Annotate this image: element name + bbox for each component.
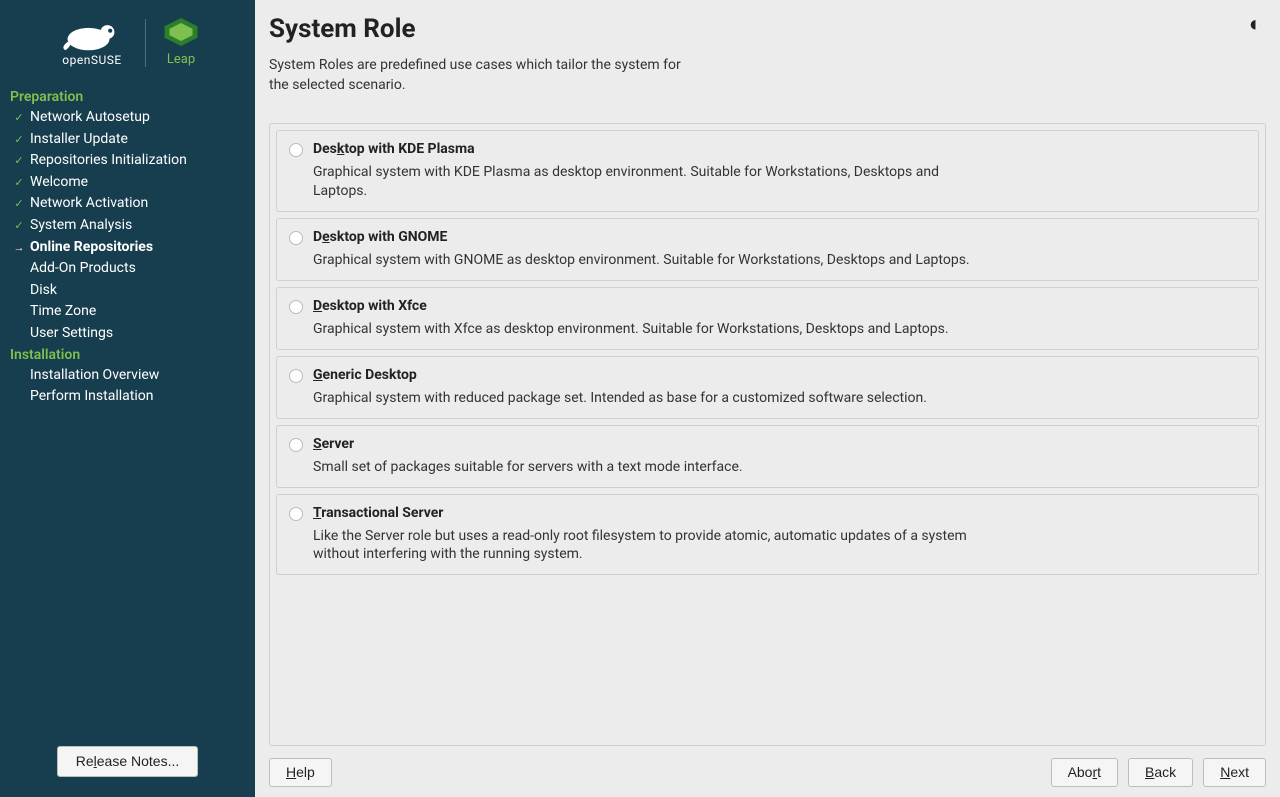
nav-step: ✓ Installer Update: [8, 129, 247, 151]
role-title: Desktop with KDE Plasma: [313, 141, 1246, 157]
role-option[interactable]: Server Small set of packages suitable for…: [276, 425, 1259, 488]
theme-toggle-icon[interactable]: ◐: [1245, 14, 1266, 36]
check-icon: ✓: [12, 219, 26, 233]
role-description: Like the Server role but uses a read-onl…: [313, 527, 973, 565]
role-description: Graphical system with reduced package se…: [313, 389, 973, 408]
role-title: Server: [313, 436, 1246, 452]
nav-step-label: Installation Overview: [30, 366, 159, 386]
nav-step-label: User Settings: [30, 324, 113, 344]
nav-step-label: Add-On Products: [30, 259, 136, 279]
sidebar: openSUSE Leap Preparation ✓ Network Autose…: [0, 0, 255, 797]
next-button[interactable]: Next: [1203, 758, 1266, 787]
nav-step: Time Zone: [8, 301, 247, 323]
nav-step: ✓ System Analysis: [8, 215, 247, 237]
nav-step: Disk: [8, 280, 247, 302]
page-subtitle: System Roles are predefined use cases wh…: [269, 56, 689, 95]
role-description: Graphical system with GNOME as desktop e…: [313, 251, 973, 270]
role-title: Generic Desktop: [313, 367, 1246, 383]
nav-step-label: System Analysis: [30, 216, 132, 236]
nav-step: Installation Overview: [8, 365, 247, 387]
nav-step-label: Welcome: [30, 173, 88, 193]
role-title: Transactional Server: [313, 505, 1246, 521]
leap-logo: Leap: [164, 18, 198, 67]
nav-step-label: Repositories Initialization: [30, 151, 187, 171]
installer-steps: Preparation ✓ Network Autosetup ✓ Installer …: [0, 87, 255, 408]
nav-step: ✓ Repositories Initialization: [8, 150, 247, 172]
nav-step-label: Network Autosetup: [30, 108, 150, 128]
check-icon: ✓: [12, 111, 26, 125]
arrow-right-icon: →: [12, 240, 26, 254]
role-title: Desktop with Xfce: [313, 298, 1246, 314]
role-option[interactable]: Transactional Server Like the Server role…: [276, 494, 1259, 576]
check-icon: ✓: [12, 132, 26, 146]
role-radio[interactable]: [289, 438, 303, 452]
role-title: Desktop with GNOME: [313, 229, 1246, 245]
help-button[interactable]: Help: [269, 758, 332, 787]
role-option[interactable]: Desktop with Xfce Graphical system with X…: [276, 287, 1259, 350]
nav-step: ✓ Welcome: [8, 172, 247, 194]
nav-section-heading: Preparation: [8, 87, 247, 107]
role-radio[interactable]: [289, 300, 303, 314]
nav-step-label: Time Zone: [30, 302, 96, 322]
role-description: Graphical system with KDE Plasma as desk…: [313, 163, 973, 201]
role-radio[interactable]: [289, 507, 303, 521]
release-notes-button[interactable]: Release Notes...: [57, 746, 199, 777]
check-icon: ✓: [12, 197, 26, 211]
wizard-footer: Help Abort Back Next: [269, 746, 1266, 787]
role-option[interactable]: Desktop with GNOME Graphical system with …: [276, 218, 1259, 281]
page-title: System Role: [269, 14, 416, 44]
nav-step: ✓ Network Autosetup: [8, 107, 247, 129]
opensuse-logo: openSUSE: [57, 19, 127, 67]
role-radio[interactable]: [289, 231, 303, 245]
opensuse-label: openSUSE: [62, 53, 121, 67]
role-option[interactable]: Generic Desktop Graphical system with red…: [276, 356, 1259, 419]
nav-step: Add-On Products: [8, 258, 247, 280]
check-icon: ✓: [12, 176, 26, 190]
nav-step: User Settings: [8, 323, 247, 345]
nav-step: ✓ Network Activation: [8, 193, 247, 215]
back-button[interactable]: Back: [1128, 758, 1193, 787]
nav-step-label: Perform Installation: [30, 387, 153, 407]
leap-icon: [164, 18, 198, 46]
nav-step-label: Online Repositories: [30, 238, 153, 258]
nav-step: → Online Repositories: [8, 237, 247, 259]
abort-button[interactable]: Abort: [1051, 758, 1118, 787]
role-description: Graphical system with Xfce as desktop en…: [313, 320, 973, 339]
nav-step-label: Disk: [30, 281, 57, 301]
system-roles-list: Desktop with KDE Plasma Graphical system …: [269, 123, 1266, 746]
role-option[interactable]: Desktop with KDE Plasma Graphical system …: [276, 130, 1259, 212]
divider: [145, 19, 146, 67]
nav-step-label: Network Activation: [30, 194, 148, 214]
check-icon: ✓: [12, 154, 26, 168]
role-radio[interactable]: [289, 369, 303, 383]
chameleon-icon: [57, 19, 127, 55]
nav-section-heading: Installation: [8, 345, 247, 365]
role-description: Small set of packages suitable for serve…: [313, 458, 973, 477]
leap-label: Leap: [167, 52, 195, 67]
nav-step-label: Installer Update: [30, 130, 128, 150]
main-content: System Role ◐ System Roles are predefine…: [255, 0, 1280, 797]
branding: openSUSE Leap: [0, 10, 255, 87]
nav-step: Perform Installation: [8, 386, 247, 408]
role-radio[interactable]: [289, 143, 303, 157]
